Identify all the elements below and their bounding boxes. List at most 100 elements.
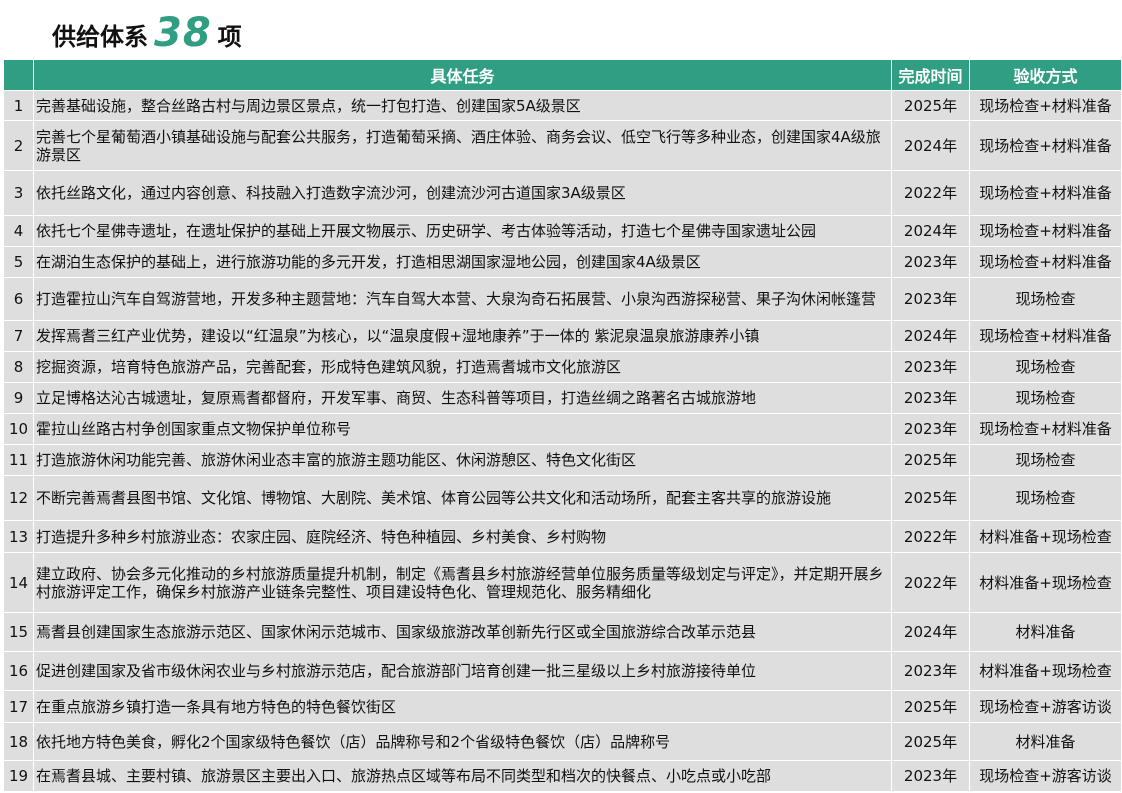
row-time: 2023年 — [891, 351, 970, 383]
row-task: 挖掘资源，培育特色旅游产品，完善配套，形成特色建筑风貌，打造焉耆城市文化旅游区 — [33, 351, 892, 383]
row-task: 立足博格达沁古城遗址，复原焉耆都督府，开发军事、商贸、生态科普等项目，打造丝绸之… — [33, 382, 892, 414]
task-table-container: 具体任务 完成时间 验收方式 1 完善基础设施，整合丝路古村与周边景区景点，统一… — [3, 59, 1122, 792]
row-time: 2024年 — [891, 120, 970, 171]
page: 供给体系 38 项 具体任务 完成时间 验收方式 1 完善基础设施，整合丝路古村… — [0, 0, 1122, 793]
row-number: 14 — [3, 552, 34, 613]
row-task: 在焉耆县城、主要村镇、旅游景区主要出入口、旅游热点区域等布局不同类型和档次的快餐… — [33, 760, 892, 792]
row-task: 建立政府、协会多元化推动的乡村旅游质量提升机制，制定《焉耆县乡村旅游经营单位服务… — [33, 552, 892, 613]
row-task: 依托地方特色美食，孵化2个国家级特色餐饮（店）品牌称号和2个省级特色餐饮（店）品… — [33, 722, 892, 761]
table-row: 3 依托丝路文化，通过内容创意、科技融入打造数字流沙河，创建流沙河古道国家3A级… — [3, 170, 1122, 216]
row-time: 2023年 — [891, 651, 970, 691]
row-time: 2023年 — [891, 382, 970, 414]
table-row: 5 在湖泊生态保护的基础上，进行旅游功能的多元开发，打造相思湖国家湿地公园，创建… — [3, 246, 1122, 278]
row-number: 6 — [3, 277, 34, 321]
table-row: 1 完善基础设施，整合丝路古村与周边景区景点，统一打包打造、创建国家5A级景区 … — [3, 90, 1122, 121]
row-time: 2022年 — [891, 520, 970, 553]
row-method: 现场检查 — [969, 475, 1122, 521]
row-number: 12 — [3, 475, 34, 521]
row-number: 4 — [3, 215, 34, 247]
row-number: 10 — [3, 413, 34, 445]
header-method: 验收方式 — [969, 59, 1122, 91]
header-task: 具体任务 — [33, 59, 892, 91]
row-task: 在重点旅游乡镇打造一条具有地方特色的特色餐饮街区 — [33, 690, 892, 723]
task-table: 具体任务 完成时间 验收方式 1 完善基础设施，整合丝路古村与周边景区景点，统一… — [3, 59, 1122, 792]
title-prefix: 供给体系 — [52, 23, 148, 51]
title-number: 38 — [154, 10, 212, 56]
row-task: 在湖泊生态保护的基础上，进行旅游功能的多元开发，打造相思湖国家湿地公园，创建国家… — [33, 246, 892, 278]
table-row: 9 立足博格达沁古城遗址，复原焉耆都督府，开发军事、商贸、生态科普等项目，打造丝… — [3, 382, 1122, 414]
row-task: 打造旅游休闲功能完善、旅游休闲业态丰富的旅游主题功能区、休闲游憩区、特色文化街区 — [33, 444, 892, 476]
row-number: 19 — [3, 760, 34, 792]
row-method: 现场检查+材料准备 — [969, 246, 1122, 278]
table-row: 10 霍拉山丝路古村争创国家重点文物保护单位称号 2023年 现场检查+材料准备 — [3, 413, 1122, 445]
row-number: 5 — [3, 246, 34, 278]
row-time: 2023年 — [891, 277, 970, 321]
row-number: 9 — [3, 382, 34, 414]
row-method: 现场检查+游客访谈 — [969, 760, 1122, 792]
row-time: 2022年 — [891, 170, 970, 216]
row-task: 完善基础设施，整合丝路古村与周边景区景点，统一打包打造、创建国家5A级景区 — [33, 90, 892, 121]
row-number: 17 — [3, 690, 34, 723]
row-method: 现场检查+材料准备 — [969, 320, 1122, 352]
row-task: 完善七个星葡萄酒小镇基础设施与配套公共服务，打造葡萄采摘、酒庄体验、商务会议、低… — [33, 120, 892, 171]
table-row: 4 依托七个星佛寺遗址，在遗址保护的基础上开展文物展示、历史研学、考古体验等活动… — [3, 215, 1122, 247]
row-number: 1 — [3, 90, 34, 121]
table-row: 18 依托地方特色美食，孵化2个国家级特色餐饮（店）品牌称号和2个省级特色餐饮（… — [3, 722, 1122, 761]
table-row: 8 挖掘资源，培育特色旅游产品，完善配套，形成特色建筑风貌，打造焉耆城市文化旅游… — [3, 351, 1122, 383]
row-task: 打造霍拉山汽车自驾游营地，开发多种主题营地：汽车自驾大本营、大泉沟奇石拓展营、小… — [33, 277, 892, 321]
table-row: 6 打造霍拉山汽车自驾游营地，开发多种主题营地：汽车自驾大本营、大泉沟奇石拓展营… — [3, 277, 1122, 321]
row-number: 15 — [3, 612, 34, 652]
row-time: 2025年 — [891, 444, 970, 476]
row-task: 焉耆县创建国家生态旅游示范区、国家休闲示范城市、国家级旅游改革创新先行区或全国旅… — [33, 612, 892, 652]
row-method: 材料准备+现场检查 — [969, 552, 1122, 613]
title-suffix: 项 — [217, 23, 242, 51]
table-row: 2 完善七个星葡萄酒小镇基础设施与配套公共服务，打造葡萄采摘、酒庄体验、商务会议… — [3, 120, 1122, 171]
table-row: 17 在重点旅游乡镇打造一条具有地方特色的特色餐饮街区 2025年 现场检查+游… — [3, 690, 1122, 723]
table-row: 19 在焉耆县城、主要村镇、旅游景区主要出入口、旅游热点区域等布局不同类型和档次… — [3, 760, 1122, 792]
row-time: 2024年 — [891, 612, 970, 652]
header-number — [3, 59, 34, 91]
row-time: 2022年 — [891, 552, 970, 613]
row-method: 现场检查 — [969, 351, 1122, 383]
row-method: 材料准备+现场检查 — [969, 520, 1122, 553]
table-row: 15 焉耆县创建国家生态旅游示范区、国家休闲示范城市、国家级旅游改革创新先行区或… — [3, 612, 1122, 652]
table-row: 12 不断完善焉耆县图书馆、文化馆、博物馆、大剧院、美术馆、体育公园等公共文化和… — [3, 475, 1122, 521]
row-number: 7 — [3, 320, 34, 352]
row-method: 现场检查 — [969, 277, 1122, 321]
row-method: 现场检查 — [969, 444, 1122, 476]
row-time: 2025年 — [891, 690, 970, 723]
row-method: 现场检查+材料准备 — [969, 90, 1122, 121]
table-header-row: 具体任务 完成时间 验收方式 — [3, 59, 1122, 91]
row-time: 2025年 — [891, 90, 970, 121]
row-time: 2023年 — [891, 760, 970, 792]
row-method: 材料准备 — [969, 722, 1122, 761]
table-row: 11 打造旅游休闲功能完善、旅游休闲业态丰富的旅游主题功能区、休闲游憩区、特色文… — [3, 444, 1122, 476]
row-method: 材料准备+现场检查 — [969, 651, 1122, 691]
row-number: 16 — [3, 651, 34, 691]
row-time: 2025年 — [891, 475, 970, 521]
row-method: 现场检查+材料准备 — [969, 215, 1122, 247]
row-number: 18 — [3, 722, 34, 761]
header-time: 完成时间 — [891, 59, 970, 91]
table-row: 13 打造提升多种乡村旅游业态：农家庄园、庭院经济、特色种植园、乡村美食、乡村购… — [3, 520, 1122, 553]
row-task: 依托丝路文化，通过内容创意、科技融入打造数字流沙河，创建流沙河古道国家3A级景区 — [33, 170, 892, 216]
row-method: 材料准备 — [969, 612, 1122, 652]
row-method: 现场检查+材料准备 — [969, 170, 1122, 216]
row-time: 2024年 — [891, 320, 970, 352]
row-number: 13 — [3, 520, 34, 553]
row-method: 现场检查+材料准备 — [969, 120, 1122, 171]
row-task: 依托七个星佛寺遗址，在遗址保护的基础上开展文物展示、历史研学、考古体验等活动，打… — [33, 215, 892, 247]
row-task: 霍拉山丝路古村争创国家重点文物保护单位称号 — [33, 413, 892, 445]
row-time: 2025年 — [891, 722, 970, 761]
row-task: 不断完善焉耆县图书馆、文化馆、博物馆、大剧院、美术馆、体育公园等公共文化和活动场… — [33, 475, 892, 521]
row-time: 2024年 — [891, 215, 970, 247]
row-time: 2023年 — [891, 246, 970, 278]
row-number: 8 — [3, 351, 34, 383]
row-method: 现场检查 — [969, 382, 1122, 414]
row-time: 2023年 — [891, 413, 970, 445]
row-method: 现场检查+游客访谈 — [969, 690, 1122, 723]
table-row: 14 建立政府、协会多元化推动的乡村旅游质量提升机制，制定《焉耆县乡村旅游经营单… — [3, 552, 1122, 613]
row-number: 11 — [3, 444, 34, 476]
row-task: 打造提升多种乡村旅游业态：农家庄园、庭院经济、特色种植园、乡村美食、乡村购物 — [33, 520, 892, 553]
row-number: 2 — [3, 120, 34, 171]
